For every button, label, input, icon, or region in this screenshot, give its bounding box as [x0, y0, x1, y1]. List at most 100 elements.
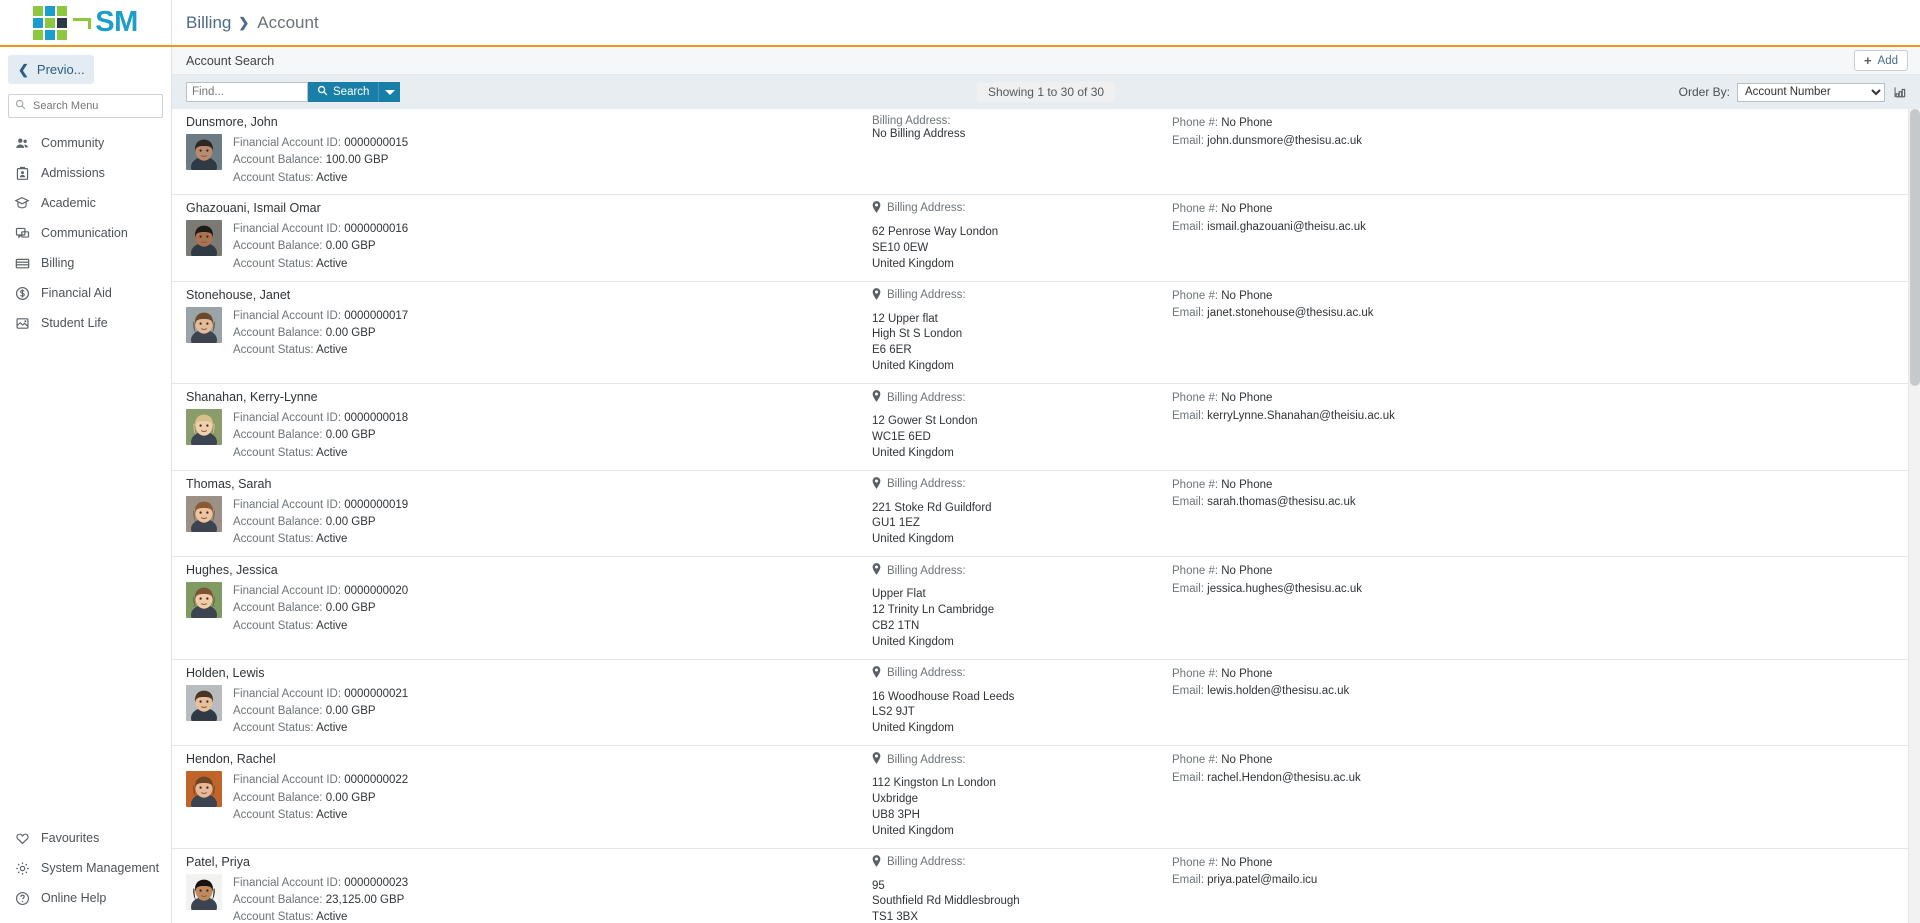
account-name[interactable]: Stonehouse, Janet — [186, 288, 872, 302]
avatar — [186, 306, 222, 343]
account-details: Financial Account ID: 0000000015 Account … — [186, 134, 872, 186]
page-title: Account Search — [186, 53, 275, 68]
account-status: Account Status: Active — [233, 446, 348, 459]
sort-direction-icon[interactable] — [1892, 84, 1908, 100]
sidebar-item-financial-aid[interactable]: Financial Aid — [0, 278, 171, 308]
address-line: WC1E 6ED — [872, 430, 931, 443]
add-button[interactable]: + Add — [1853, 50, 1908, 71]
address-line: 12 Trinity Ln Cambridge — [872, 604, 995, 617]
account-name[interactable]: Shanahan, Kerry-Lynne — [186, 390, 872, 404]
location-pin-icon — [872, 752, 881, 767]
search-menu-input[interactable] — [33, 100, 175, 112]
account-row[interactable]: Shanahan, Kerry-Lynne Financial Account … — [172, 384, 1908, 471]
logo-grid-icon — [33, 5, 68, 40]
search-dropdown-toggle[interactable] — [378, 82, 401, 102]
address-line: United Kingdom — [872, 824, 954, 837]
question-circle-icon — [14, 890, 30, 906]
account-address-column: Billing Address: Upper Flat 12 Trinity Ln… — [872, 563, 1172, 650]
sidebar-item-academic[interactable]: Academic — [0, 188, 171, 218]
sidebar-item-label: Favourites — [41, 831, 100, 845]
billing-address-lines: No Billing Address — [872, 127, 1172, 143]
sidebar-item-label: Community — [41, 136, 105, 150]
address-line: TS1 3BX — [872, 911, 919, 923]
account-contact-column: Phone #: No Phone Email: sarah.thomas@th… — [1172, 477, 1908, 549]
account-address-column: Billing Address: 12 Upper flat High St S … — [872, 287, 1172, 375]
account-details: Financial Account ID: 0000000016 Account … — [186, 219, 872, 272]
account-contact-column: Phone #: No Phone Email: kerryLynne.Shan… — [1172, 390, 1908, 462]
account-status: Account Status: Active — [233, 911, 348, 923]
address-line: United Kingdom — [872, 257, 954, 270]
account-status: Account Status: Active — [233, 619, 348, 632]
account-row[interactable]: Dunsmore, John Financial Account ID: 000… — [172, 109, 1908, 195]
account-address-column: Billing Address: 62 Penrose Way London SE… — [872, 201, 1172, 273]
account-balance: Account Balance: 0.00 GBP — [233, 429, 376, 442]
billing-address-label: Billing Address: — [887, 289, 966, 302]
account-name[interactable]: Patel, Priya — [186, 855, 872, 869]
account-row[interactable]: Thomas, Sarah Financial Account ID: 0000… — [172, 470, 1908, 558]
address-line: United Kingdom — [872, 635, 954, 648]
account-row[interactable]: Ghazouani, Ismail Omar Financial Account… — [172, 194, 1908, 282]
sidebar-item-online-help[interactable]: Online Help — [0, 883, 171, 913]
account-status: Account Status: Active — [233, 533, 348, 546]
email-line: Email: jessica.hughes@thesisu.ac.uk — [1172, 582, 1363, 595]
account-name[interactable]: Holden, Lewis — [186, 666, 872, 680]
location-pin-icon — [872, 563, 881, 578]
billing-address-lines: Upper Flat 12 Trinity Ln Cambridge CB2 1TN… — [872, 587, 1172, 650]
account-row[interactable]: Holden, Lewis Financial Account ID: 0000… — [172, 659, 1908, 747]
vertical-scrollbar[interactable] — [1908, 109, 1920, 923]
account-status: Account Status: Active — [233, 257, 348, 270]
sidebar-item-favourites[interactable]: Favourites — [0, 823, 171, 853]
account-contact-column: Phone #: No Phone Email: janet.stonehous… — [1172, 288, 1908, 375]
sidebar-item-label: Academic — [41, 196, 96, 210]
account-name[interactable]: Dunsmore, John — [186, 115, 872, 129]
location-pin-icon — [872, 390, 881, 405]
sidebar-item-label: Online Help — [41, 891, 107, 905]
previous-button-label: Previo... — [36, 62, 85, 77]
account-name[interactable]: Hendon, Rachel — [186, 752, 872, 766]
account-name[interactable]: Hughes, Jessica — [186, 563, 872, 577]
account-status: Account Status: Active — [233, 171, 348, 184]
account-name[interactable]: Thomas, Sarah — [186, 477, 872, 491]
search-button[interactable]: Search — [308, 82, 379, 102]
scrollbar-thumb[interactable] — [1910, 109, 1920, 386]
billing-address-label: Billing Address: — [887, 478, 966, 491]
account-balance: Account Balance: 0.00 GBP — [233, 704, 376, 717]
email-line: Email: ismail.ghazouani@theisu.ac.uk — [1172, 220, 1366, 233]
logo: SM — [33, 5, 138, 40]
sidebar-item-label: Communication — [41, 226, 128, 240]
sidebar-item-system-management[interactable]: System Management — [0, 853, 171, 883]
financial-account-id: Financial Account ID: 0000000016 — [233, 222, 409, 235]
account-row[interactable]: Patel, Priya Financial Account ID: 00000… — [172, 848, 1908, 923]
billing-address-header: Billing Address: — [872, 665, 1172, 681]
account-row[interactable]: Hendon, Rachel Financial Account ID: 000… — [172, 746, 1908, 849]
previous-button[interactable]: ❮ Previo... — [8, 55, 94, 84]
billing-address-header: Billing Address: — [872, 752, 1172, 767]
sidebar-item-communication[interactable]: Communication — [0, 218, 171, 248]
order-by-select[interactable]: Account Number — [1737, 82, 1885, 102]
billing-address-label: Billing Address: — [872, 115, 951, 127]
sidebar-item-student-life[interactable]: Student Life — [0, 308, 171, 338]
account-person-column: Holden, Lewis Financial Account ID: 0000… — [172, 666, 872, 738]
phone-line: Phone #: No Phone — [1172, 667, 1273, 680]
account-balance: Account Balance: 0.00 GBP — [233, 602, 376, 615]
breadcrumb-parent[interactable]: Billing — [186, 13, 231, 33]
account-name[interactable]: Ghazouani, Ismail Omar — [186, 201, 872, 215]
sidebar-item-billing[interactable]: Billing — [0, 248, 171, 278]
billing-address-lines: 62 Penrose Way London SE10 0EW United King… — [872, 225, 1172, 273]
brand-logo[interactable]: SM — [0, 0, 172, 45]
address-line: Uxbridge — [872, 793, 919, 806]
sidebar-item-admissions[interactable]: Admissions — [0, 158, 171, 188]
page-header: Account Search + Add — [172, 47, 1920, 75]
account-row[interactable]: Stonehouse, Janet Financial Account ID: … — [172, 281, 1908, 384]
account-row[interactable]: Hughes, Jessica Financial Account ID: 00… — [172, 557, 1908, 660]
gear-icon — [14, 860, 30, 876]
account-fields: Financial Account ID: 0000000015 Account … — [233, 134, 408, 186]
phone-line: Phone #: No Phone — [1172, 565, 1273, 578]
find-input[interactable] — [186, 82, 308, 102]
account-fields: Financial Account ID: 0000000023 Account … — [233, 874, 408, 923]
account-fields: Financial Account ID: 0000000017 Account … — [233, 307, 408, 359]
sidebar-item-community[interactable]: Community — [0, 128, 171, 158]
location-pin-icon — [872, 854, 881, 870]
menu-search[interactable]: ✕ — [8, 94, 192, 118]
results-count: Showing 1 to 30 of 30 — [976, 82, 1116, 102]
